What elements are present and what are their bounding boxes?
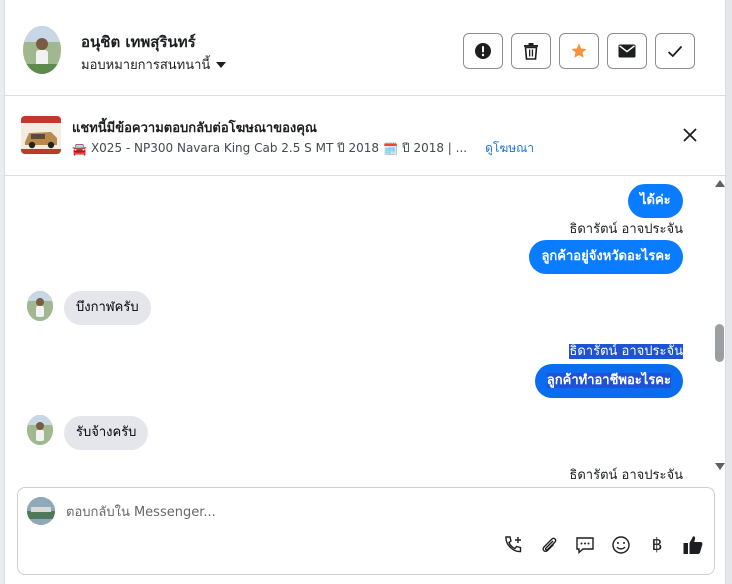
contact-avatar-small[interactable] bbox=[27, 291, 53, 321]
close-icon bbox=[683, 128, 697, 142]
contact-avatar[interactable] bbox=[23, 26, 61, 74]
star-icon bbox=[571, 43, 587, 58]
selected-sender-text: ธิดารัตน์ อาจประจัน bbox=[569, 344, 683, 359]
message-thread[interactable]: ได้ค่ะ ธิดารัตน์ อาจประจัน ลูกค้าอยู่จัง… bbox=[5, 176, 727, 482]
baht-icon: ฿ bbox=[651, 535, 663, 555]
assign-conversation-dropdown[interactable]: มอบหมายการสนทนานี้ bbox=[81, 54, 227, 75]
saved-replies-button[interactable] bbox=[574, 534, 596, 556]
page-avatar bbox=[27, 497, 55, 525]
outgoing-message-selected[interactable]: ลูกค้าทำอาชีพอะไรคะ bbox=[534, 364, 683, 398]
call-button[interactable] bbox=[502, 534, 524, 556]
outgoing-message[interactable]: ลูกค้าอยู่จังหวัดอะไรคะ bbox=[529, 240, 683, 274]
conversation-panel: อนุชิต เทพสุรินทร์ มอบหมายการสนทนานี้ แช… bbox=[4, 0, 727, 584]
window-edge bbox=[726, 0, 732, 584]
sender-name: ธิดารัตน์ อาจประจัน bbox=[569, 222, 683, 237]
outgoing-message[interactable]: ได้ค่ะ bbox=[628, 184, 683, 218]
incoming-message[interactable]: รับจ้างครับ bbox=[64, 416, 149, 450]
trash-icon bbox=[524, 43, 538, 60]
ad-banner-title: แชทนี้มีข้อความตอบกลับต่อโฆษณาของคุณ bbox=[72, 121, 317, 136]
reply-input[interactable] bbox=[66, 502, 626, 522]
messenger-inbox-app: อนุชิต เทพสุรินทร์ มอบหมายการสนทนานี้ แช… bbox=[0, 0, 732, 584]
view-ad-link[interactable]: ดูโฆษณา bbox=[485, 139, 534, 158]
emoji-icon bbox=[612, 536, 630, 554]
sender-name: ธิดารัตน์ อาจประจัน bbox=[569, 468, 683, 482]
like-button[interactable] bbox=[682, 534, 704, 556]
star-button[interactable] bbox=[559, 33, 599, 69]
incoming-message[interactable]: บึงกาฬครับ bbox=[64, 291, 151, 325]
payment-button[interactable]: ฿ bbox=[646, 534, 668, 556]
attach-button[interactable] bbox=[538, 534, 560, 556]
report-button[interactable] bbox=[463, 33, 503, 69]
contact-avatar-small[interactable] bbox=[27, 415, 53, 445]
scroll-up-arrow[interactable] bbox=[715, 180, 725, 187]
ad-thumbnail[interactable] bbox=[21, 116, 61, 154]
ad-reply-banner: แชทนี้มีข้อความตอบกลับต่อโฆษณาของคุณ 🚘 X… bbox=[5, 96, 727, 176]
emoji-button[interactable] bbox=[610, 534, 632, 556]
conversation-header: อนุชิต เทพสุรินทร์ มอบหมายการสนทนานี้ bbox=[5, 0, 727, 96]
mark-done-button[interactable] bbox=[655, 33, 695, 69]
composer-tools: ฿ bbox=[502, 534, 704, 556]
exclamation-icon bbox=[475, 43, 491, 59]
selected-message-text: ลูกค้าทำอาชีพอะไรคะ bbox=[546, 373, 671, 388]
thumbs-up-icon bbox=[683, 536, 703, 554]
close-banner-button[interactable] bbox=[681, 126, 699, 144]
mark-unread-button[interactable] bbox=[607, 33, 647, 69]
paperclip-icon bbox=[542, 537, 557, 553]
car-icon: 🚘 bbox=[72, 141, 87, 156]
check-icon bbox=[667, 45, 683, 57]
scrollbar-thumb[interactable] bbox=[715, 324, 724, 362]
caret-down-icon bbox=[216, 61, 227, 68]
phone-plus-icon bbox=[505, 536, 522, 553]
assign-label: มอบหมายการสนทนานี้ bbox=[81, 58, 211, 73]
contact-name[interactable]: อนุชิต เทพสุรินทร์ bbox=[81, 30, 196, 54]
calendar-icon: 🗓️ bbox=[383, 141, 399, 156]
saved-reply-icon bbox=[576, 537, 594, 555]
ad-listing-summary: 🚘 X025 - NP300 Navara King Cab 2.5 S MT … bbox=[72, 139, 534, 158]
ad-listing-tail: ปี 2018 | ... bbox=[402, 141, 468, 155]
envelope-icon bbox=[618, 44, 636, 58]
scroll-down-arrow[interactable] bbox=[715, 463, 725, 470]
sender-name-selected: ธิดารัตน์ อาจประจัน bbox=[569, 340, 683, 361]
message-composer: ฿ bbox=[17, 487, 715, 575]
ad-listing-text: X025 - NP300 Navara King Cab 2.5 S MT ปี… bbox=[90, 141, 380, 155]
conversation-actions bbox=[463, 33, 695, 69]
delete-button[interactable] bbox=[511, 33, 551, 69]
